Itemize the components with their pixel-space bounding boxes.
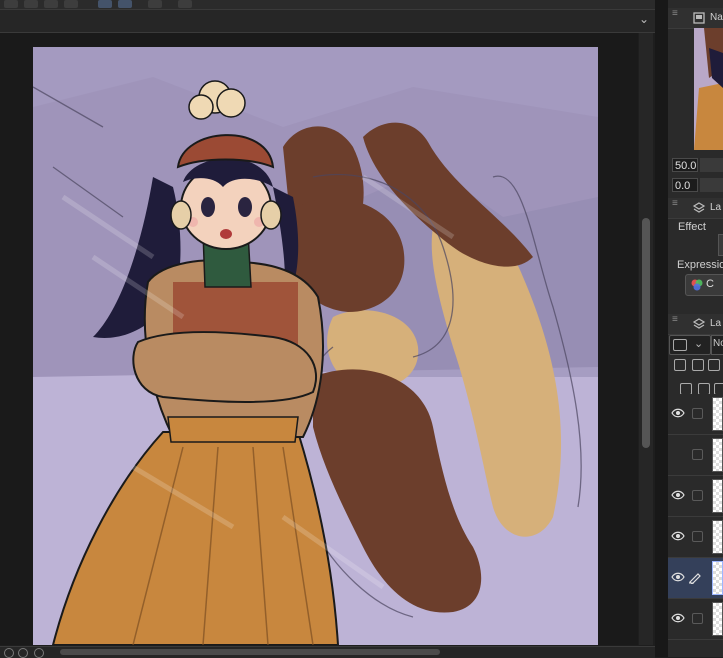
layer-lock-toggle[interactable] bbox=[692, 531, 703, 542]
character-earmuff-right bbox=[260, 200, 282, 230]
tool-icon[interactable] bbox=[4, 0, 18, 8]
layer-thumbnail[interactable] bbox=[712, 479, 723, 513]
layer-row[interactable] bbox=[668, 435, 723, 476]
layer-lock-toggle[interactable] bbox=[692, 490, 703, 501]
grip-icon[interactable]: ≡ bbox=[672, 9, 678, 19]
character-hat-pompom-3 bbox=[188, 94, 214, 120]
vertical-scrollbar[interactable] bbox=[639, 33, 653, 645]
layer-property-panel-title: La bbox=[710, 202, 722, 213]
effect-toggle-button[interactable] bbox=[718, 234, 723, 256]
character-belt bbox=[167, 416, 299, 443]
navigator-angle-slider[interactable] bbox=[700, 178, 723, 192]
selection-tool-icon[interactable] bbox=[98, 0, 112, 8]
character-eye-right bbox=[238, 197, 252, 217]
navigator-angle-field[interactable]: 0.0 bbox=[672, 178, 698, 192]
blend-mode-select[interactable]: No bbox=[711, 335, 723, 355]
layer-row[interactable] bbox=[668, 599, 723, 640]
layer-row[interactable] bbox=[668, 517, 723, 558]
layer-lock-toggle[interactable] bbox=[692, 408, 703, 419]
layer-property-panel-header[interactable]: ≡ La bbox=[668, 198, 723, 219]
character-mouth bbox=[220, 229, 232, 239]
vertical-scrollbar-thumb[interactable] bbox=[642, 218, 650, 448]
layer-thumbnail[interactable] bbox=[712, 397, 723, 431]
canvas-artwork[interactable] bbox=[33, 47, 598, 645]
navigator-thumbnail bbox=[694, 28, 723, 150]
horizontal-scrollbar-thumb[interactable] bbox=[60, 649, 440, 655]
bottom-status-bar bbox=[0, 646, 655, 658]
layers-panel-header[interactable]: ≡ La bbox=[668, 314, 723, 335]
layer-thumbnail[interactable] bbox=[712, 602, 723, 636]
top-toolbar bbox=[0, 0, 655, 10]
navigator-zoom-slider[interactable] bbox=[700, 158, 723, 172]
layer-row[interactable] bbox=[668, 558, 723, 599]
layer-lock-toggle[interactable] bbox=[692, 613, 703, 624]
tool-icon[interactable] bbox=[148, 0, 162, 8]
layer-row[interactable] bbox=[668, 476, 723, 517]
layers-icon bbox=[692, 318, 706, 329]
character-crossed-arms bbox=[132, 331, 318, 403]
layer-thumbnail[interactable] bbox=[712, 561, 723, 595]
navigator-panel-title: Na bbox=[710, 12, 723, 23]
character-earmuff-left bbox=[170, 200, 192, 230]
expression-color-button[interactable]: C bbox=[685, 274, 723, 296]
character-hat-pompom-2 bbox=[216, 88, 246, 118]
eye-icon[interactable] bbox=[671, 529, 685, 543]
eye-icon[interactable] bbox=[671, 570, 685, 584]
layer-color-select[interactable]: ⌄ bbox=[669, 335, 711, 355]
tool-icon[interactable] bbox=[44, 0, 58, 8]
artwork-illustration bbox=[33, 47, 598, 645]
clip-icon[interactable] bbox=[674, 359, 686, 371]
pen-icon bbox=[688, 570, 702, 585]
square-icon bbox=[673, 339, 687, 351]
layers-panel-title: La bbox=[710, 318, 722, 329]
layer-lock-toggle[interactable] bbox=[692, 449, 703, 460]
eye-icon[interactable] bbox=[671, 447, 685, 461]
eye-icon[interactable] bbox=[671, 611, 685, 625]
layer-row[interactable] bbox=[668, 394, 723, 435]
grip-icon[interactable]: ≡ bbox=[672, 315, 678, 325]
reference-icon[interactable] bbox=[692, 359, 704, 371]
layer-thumbnail[interactable] bbox=[712, 520, 723, 554]
blend-mode-value: No bbox=[713, 338, 723, 349]
navigator-panel-header[interactable]: ≡ Na bbox=[668, 8, 723, 29]
dock-divider[interactable] bbox=[655, 0, 668, 657]
chevron-down-icon: ⌄ bbox=[694, 338, 704, 350]
effect-label: Effect bbox=[678, 221, 706, 233]
tool-icon[interactable] bbox=[24, 0, 38, 8]
chevron-down-icon[interactable]: ⌄ bbox=[639, 12, 649, 26]
navigator-icon bbox=[693, 12, 705, 24]
grip-icon[interactable]: ≡ bbox=[672, 199, 678, 209]
expression-label: Expression bbox=[677, 259, 723, 271]
tool-icon[interactable] bbox=[64, 0, 78, 8]
color-icon bbox=[691, 279, 703, 291]
lock-transparency-icon[interactable] bbox=[708, 359, 720, 371]
layer-thumbnail[interactable] bbox=[712, 438, 723, 472]
tool-icon[interactable] bbox=[178, 0, 192, 8]
layer-property-icon bbox=[692, 202, 706, 213]
eye-icon[interactable] bbox=[671, 488, 685, 502]
expression-button-label: C bbox=[706, 278, 714, 290]
navigator-preview[interactable] bbox=[694, 28, 723, 150]
character-eye-left bbox=[201, 197, 215, 217]
document-tab-strip: ⌄ bbox=[0, 10, 655, 33]
eye-icon[interactable] bbox=[671, 406, 685, 420]
lasso-tool-icon[interactable] bbox=[118, 0, 132, 8]
navigator-zoom-field[interactable]: 50.0 bbox=[672, 158, 698, 172]
